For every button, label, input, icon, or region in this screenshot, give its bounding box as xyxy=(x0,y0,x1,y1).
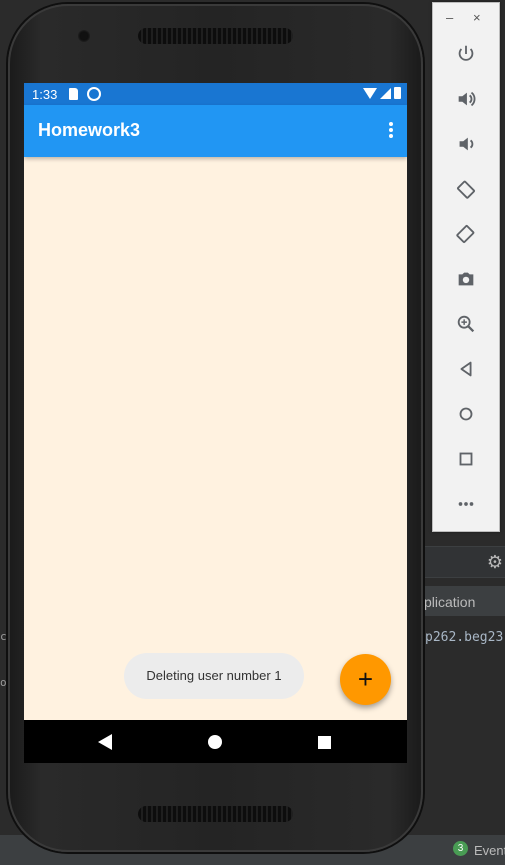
nav-home-icon[interactable] xyxy=(208,735,222,749)
nav-back-icon[interactable] xyxy=(98,734,112,750)
ide-left-fragment: c xyxy=(0,630,7,643)
sd-card-icon xyxy=(69,88,78,100)
rotate-left-icon[interactable] xyxy=(449,174,483,204)
navigation-bar xyxy=(24,720,407,763)
event-log-label[interactable]: Event xyxy=(474,843,505,858)
close-button[interactable]: × xyxy=(473,10,481,25)
device-screen: 1:33 Homework3 Deleting user number 1 + xyxy=(24,83,407,763)
signal-icon xyxy=(380,87,391,99)
nav-recents-icon[interactable] xyxy=(318,736,331,749)
add-fab-button[interactable]: + xyxy=(340,654,391,705)
battery-icon xyxy=(394,87,401,99)
more-icon[interactable] xyxy=(449,489,483,519)
camera-icon[interactable] xyxy=(449,264,483,294)
phone-frame: 1:33 Homework3 Deleting user number 1 + xyxy=(8,4,423,852)
gear-icon[interactable]: ⚙ xyxy=(485,552,505,572)
ide-tab-application[interactable]: plication xyxy=(424,594,475,610)
home-icon[interactable] xyxy=(449,399,483,429)
minimize-button[interactable]: – xyxy=(446,10,453,25)
power-icon[interactable] xyxy=(449,39,483,69)
status-bar: 1:33 xyxy=(24,83,407,105)
overflow-menu-icon[interactable] xyxy=(389,122,393,140)
top-speaker xyxy=(138,28,293,44)
zoom-icon[interactable] xyxy=(449,309,483,339)
status-icons xyxy=(363,87,401,99)
sync-icon xyxy=(87,87,101,101)
back-icon[interactable] xyxy=(449,354,483,384)
ide-panel-header: ⚙ xyxy=(422,546,505,578)
bottom-speaker xyxy=(138,806,293,822)
event-count-badge[interactable]: 3 xyxy=(453,841,468,856)
wifi-icon xyxy=(363,87,377,99)
overview-icon[interactable] xyxy=(449,444,483,474)
ide-log-line: p262.beg23 xyxy=(425,630,504,645)
rotate-right-icon[interactable] xyxy=(449,219,483,249)
ide-tab-bar: plication xyxy=(422,586,505,617)
app-bar: Homework3 xyxy=(24,105,407,157)
front-camera xyxy=(78,30,90,42)
app-title: Homework3 xyxy=(38,120,141,140)
ide-left-fragment: o xyxy=(0,676,7,689)
emulator-toolbar: – × xyxy=(432,2,500,532)
volume-down-icon[interactable] xyxy=(449,129,483,159)
toast-message: Deleting user number 1 xyxy=(124,653,304,699)
status-time: 1:33 xyxy=(32,87,58,102)
volume-up-icon[interactable] xyxy=(449,84,483,114)
